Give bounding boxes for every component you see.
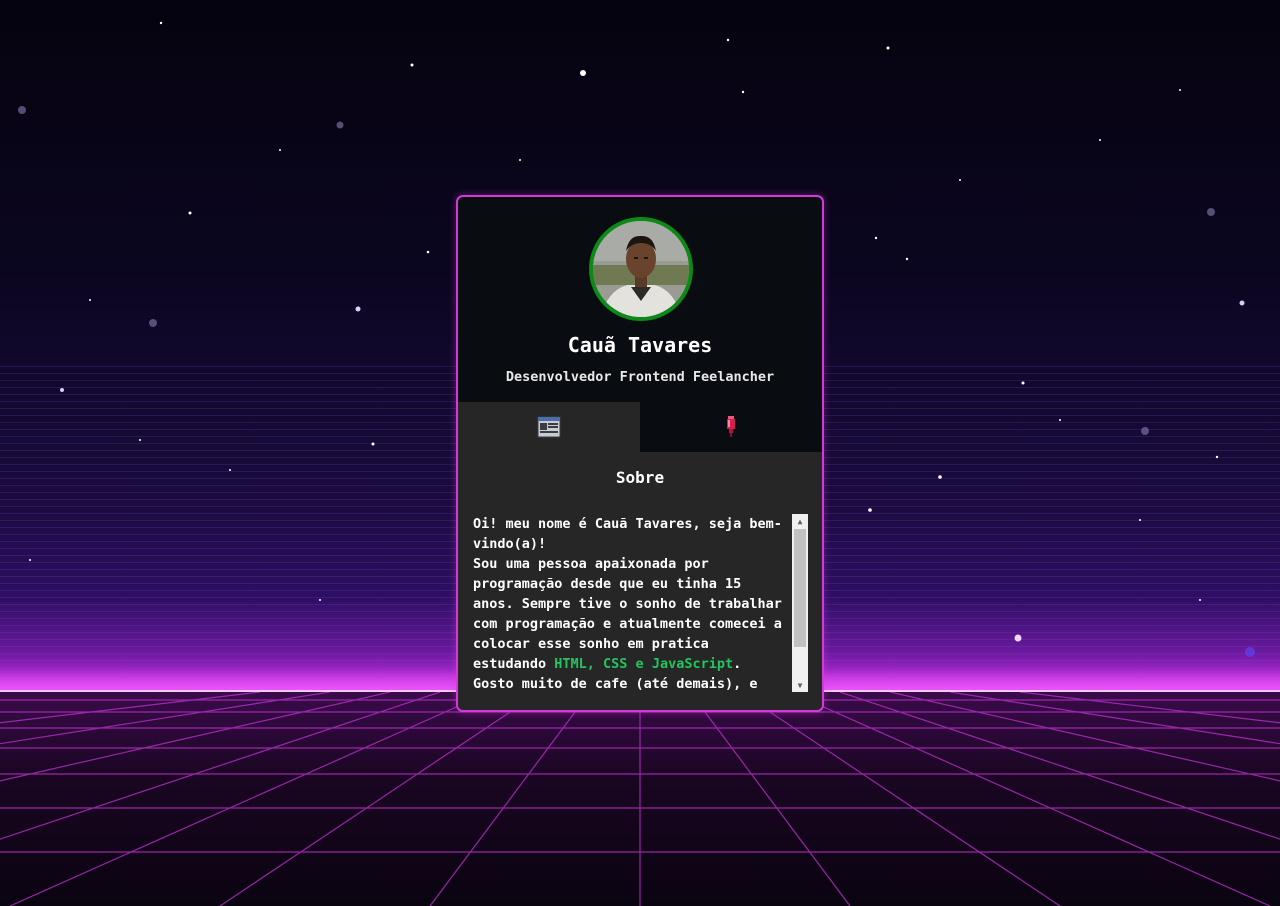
about-text[interactable]: Oi! meu nome é Cauã Tavares, seja bem-vi… (473, 514, 783, 692)
panel-title: Sobre (615, 468, 665, 487)
profile-role: Desenvolvedor Frontend Feelancher (505, 369, 775, 385)
scrollbar-thumb[interactable] (794, 529, 806, 647)
tab-about[interactable] (458, 402, 640, 452)
avatar (589, 217, 693, 321)
tab-bar (458, 402, 822, 452)
perspective-grid (0, 692, 1280, 906)
about-panel: Sobre Oi! meu nome é Cauã Tavares, seja … (458, 452, 822, 710)
tab-other[interactable] (640, 402, 822, 452)
profile-card: Cauã Tavares Desenvolvedor Frontend Feel… (456, 195, 824, 712)
red-marker-icon (727, 416, 735, 437)
profile-name: Cauã Tavares (567, 333, 713, 357)
synthwave-background: Cauã Tavares Desenvolvedor Frontend Feel… (0, 0, 1280, 906)
about-text-highlight: HTML, CSS e JavaScript (554, 656, 734, 672)
about-text-intro: Oi! meu nome é Cauã Tavares, seja bem-vi… (473, 516, 782, 672)
window-panel-icon (537, 416, 561, 438)
scroll-down-icon[interactable]: ▼ (792, 678, 808, 692)
scroll-up-icon[interactable]: ▲ (792, 514, 808, 528)
avatar-photo (593, 221, 689, 317)
about-scrollbar[interactable]: ▲ ▼ (792, 514, 808, 692)
